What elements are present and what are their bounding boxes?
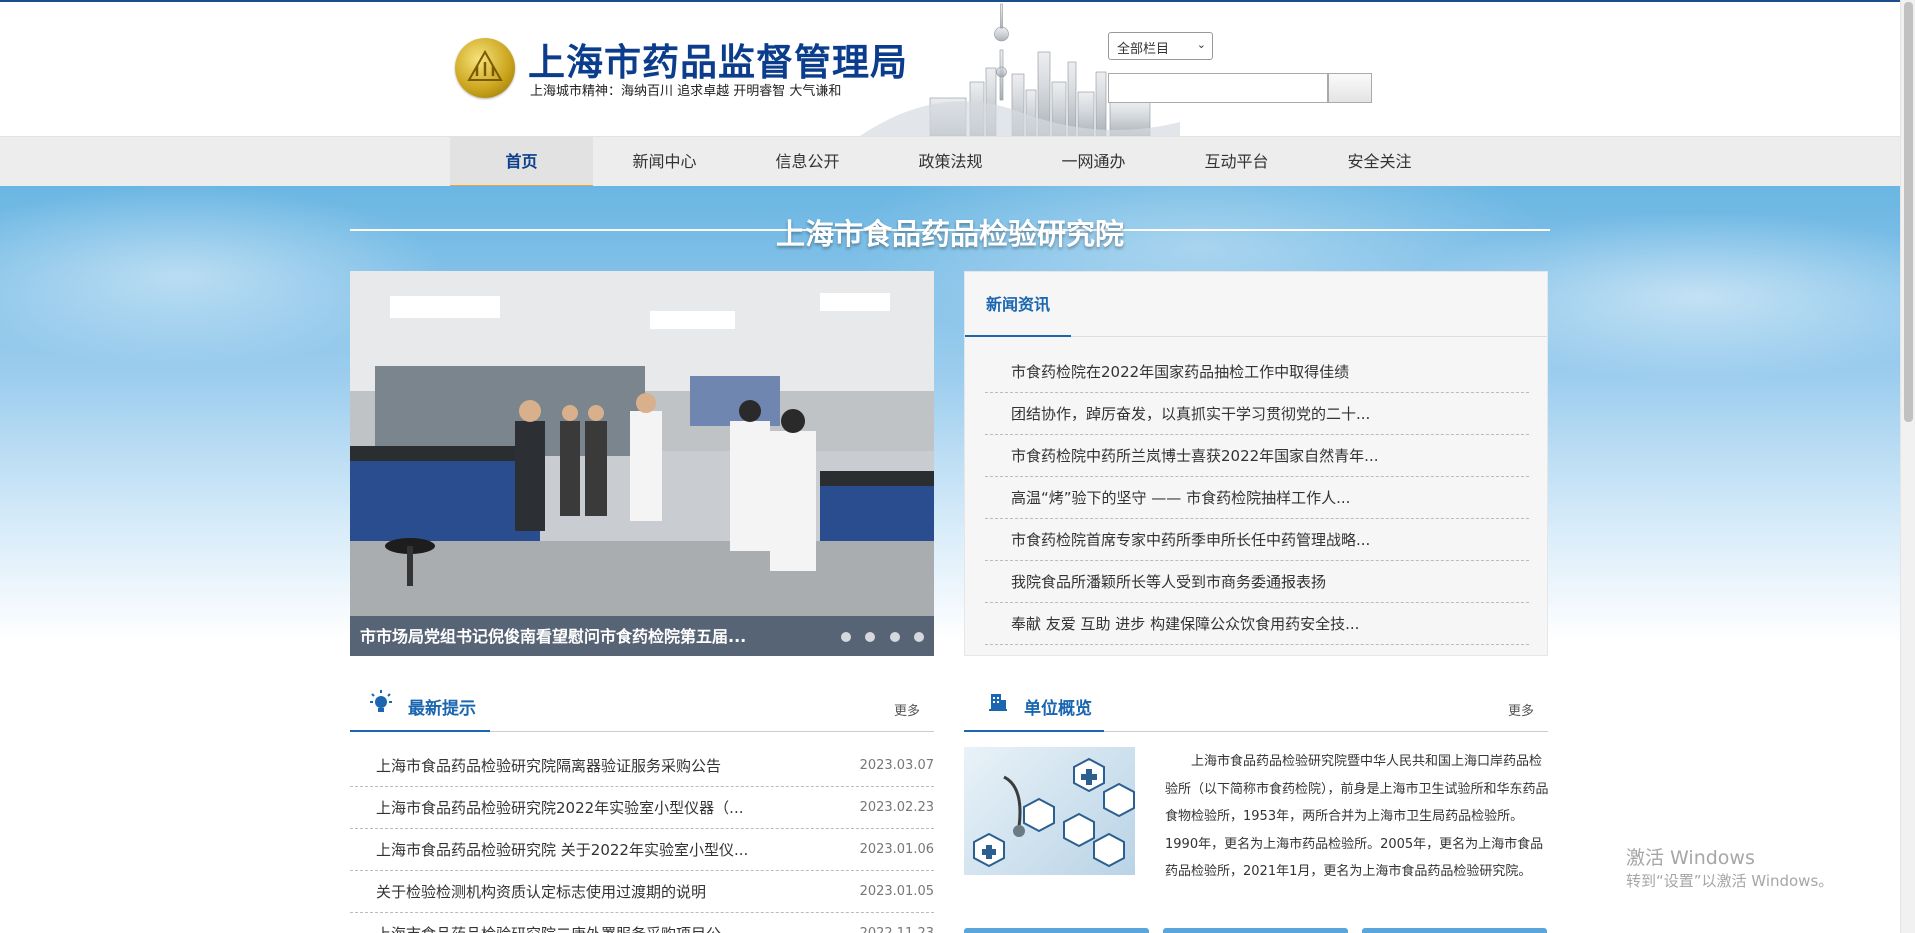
list-item[interactable]: 关于检验检测机构资质认定标志使用过渡期的说明 2023.01.05 — [350, 871, 934, 913]
news-item[interactable]: 市食药检院首席专家中药所季申所长任中药管理战略... — [985, 519, 1529, 561]
emblem-logo-icon[interactable] — [455, 38, 515, 98]
chevron-down-icon: ⌄ — [1196, 38, 1206, 51]
nav-item-info-disclosure[interactable]: 信息公开 — [736, 137, 879, 187]
nav-item-interaction[interactable]: 互动平台 — [1165, 137, 1308, 187]
news-slideshow[interactable]: 市市场局党组书记倪俊南看望慰问市食药检院第五届... — [350, 271, 934, 656]
windows-activation-title: 激活 Windows — [1626, 847, 1755, 869]
tips-title: 最新提示 — [408, 699, 476, 719]
slide-dot-4[interactable] — [914, 632, 924, 642]
overview-tab[interactable]: 单位概览 — [964, 680, 1104, 732]
tips-section-header: 最新提示 更多 — [350, 680, 934, 732]
list-item-title[interactable]: 上海市食品药品检验研究院隔离器验证服务采购公告 — [376, 745, 796, 787]
nav-item-policies[interactable]: 政策法规 — [879, 137, 1022, 187]
search-button[interactable] — [1328, 73, 1372, 103]
tab-news[interactable]: 新闻资讯 — [965, 272, 1071, 337]
list-item-date: 2023.03.07 — [859, 758, 934, 773]
overview-more-link[interactable]: 更多 — [1508, 700, 1534, 719]
nav-item-news-center[interactable]: 新闻中心 — [593, 137, 736, 187]
nav-item-home[interactable]: 首页 — [450, 137, 593, 187]
tips-tab[interactable]: 最新提示 — [350, 680, 490, 732]
slide-caption[interactable]: 市市场局党组书记倪俊南看望慰问市食药检院第五届... — [360, 623, 810, 647]
quick-link-tab-2[interactable] — [1163, 928, 1348, 933]
quick-link-tab-1[interactable] — [964, 928, 1149, 933]
list-item-date: 2022.11.23 — [860, 913, 934, 933]
nav-item-one-stop[interactable]: 一网通办 — [1022, 137, 1165, 187]
slide-dot-2[interactable] — [865, 632, 875, 642]
list-item-title[interactable]: 上海市食品药品检验研究院二庚外署服务采购项目公... — [376, 913, 796, 933]
slide-dot-3[interactable] — [890, 632, 900, 642]
list-item[interactable]: 上海市食品药品检验研究院 关于2022年实验室小型仪... 2023.01.06 — [350, 829, 934, 871]
column-select-value: 全部栏目 — [1117, 42, 1170, 57]
search-input[interactable] — [1108, 73, 1328, 103]
slideshow-photo — [350, 271, 934, 656]
news-panel-header: 新闻资讯 — [965, 272, 1547, 337]
news-item[interactable]: 奉献 友爱 互助 进步 构建保障公众饮食用药安全技... — [985, 603, 1529, 645]
site-slogan: 上海城市精神：海纳百川 追求卓越 开明睿智 大气谦和 — [530, 84, 842, 99]
lightbulb-icon — [370, 690, 392, 712]
column-select[interactable]: 全部栏目 ⌄ — [1108, 32, 1213, 60]
nav-item-safety[interactable]: 安全关注 — [1308, 137, 1451, 187]
slide-dot-1[interactable] — [841, 632, 851, 642]
news-item[interactable]: 市食药检院在2022年国家药品抽检工作中取得佳绩 — [985, 351, 1529, 393]
overview-title: 单位概览 — [1024, 699, 1092, 719]
site-header: 上海市药品监督管理局 上海城市精神：海纳百川 追求卓越 开明睿智 大气谦和 全部… — [0, 2, 1900, 136]
institute-title: 上海市食品药品检验研究院 — [0, 211, 1900, 253]
overview-text: 上海市食品药品检验研究院暨中华人民共和国上海口岸药品检验所（以下简称市食药检院）… — [1165, 754, 1549, 879]
main-nav: 首页 新闻中心 信息公开 政策法规 一网通办 互动平台 安全关注 — [0, 136, 1900, 187]
medical-illustration — [964, 747, 1135, 875]
list-item-title[interactable]: 上海市食品药品检验研究院2022年实验室小型仪器（... — [376, 787, 796, 829]
page-scrollbar[interactable] — [1900, 0, 1915, 933]
tips-more-link[interactable]: 更多 — [894, 700, 920, 719]
list-item[interactable]: 上海市食品药品检验研究院二庚外署服务采购项目公... 2022.11.23 — [350, 913, 934, 933]
list-item-title[interactable]: 上海市食品药品检验研究院 关于2022年实验室小型仪... — [376, 829, 796, 871]
list-item-date: 2023.01.06 — [859, 842, 934, 857]
news-item[interactable]: 我院食品所潘颖所长等人受到市商务委通报表扬 — [985, 561, 1529, 603]
news-item[interactable]: 高温“烤”验下的坚守 —— 市食药检院抽样工作人... — [985, 477, 1529, 519]
list-item[interactable]: 上海市食品药品检验研究院隔离器验证服务采购公告 2023.03.07 — [350, 745, 934, 787]
list-item[interactable]: 上海市食品药品检验研究院2022年实验室小型仪器（... 2023.02.23 — [350, 787, 934, 829]
institute-title-text: 上海市食品药品检验研究院 — [775, 217, 1124, 251]
list-item-date: 2023.02.23 — [859, 800, 934, 815]
news-item[interactable]: 团结协作，踔厉奋发，以真抓实干学习贯彻党的二十... — [985, 393, 1529, 435]
building-icon — [989, 694, 1007, 711]
sky-background — [0, 186, 1900, 933]
news-panel: 新闻资讯 市食药检院在2022年国家药品抽检工作中取得佳绩 团结协作，踔厉奋发，… — [964, 271, 1548, 656]
overview-section-header: 单位概览 更多 — [964, 680, 1548, 732]
windows-activation-subtitle: 转到“设置”以激活 Windows。 — [1626, 872, 1834, 890]
city-skyline-illustration — [860, 3, 1180, 136]
news-item[interactable]: 市食药检院中药所兰岚博士喜获2022年国家自然青年... — [985, 435, 1529, 477]
quick-link-tab-3[interactable] — [1362, 928, 1547, 933]
list-item-title[interactable]: 关于检验检测机构资质认定标志使用过渡期的说明 — [376, 871, 796, 913]
list-item-date: 2023.01.05 — [859, 884, 934, 899]
scrollbar-thumb[interactable] — [1904, 2, 1913, 422]
